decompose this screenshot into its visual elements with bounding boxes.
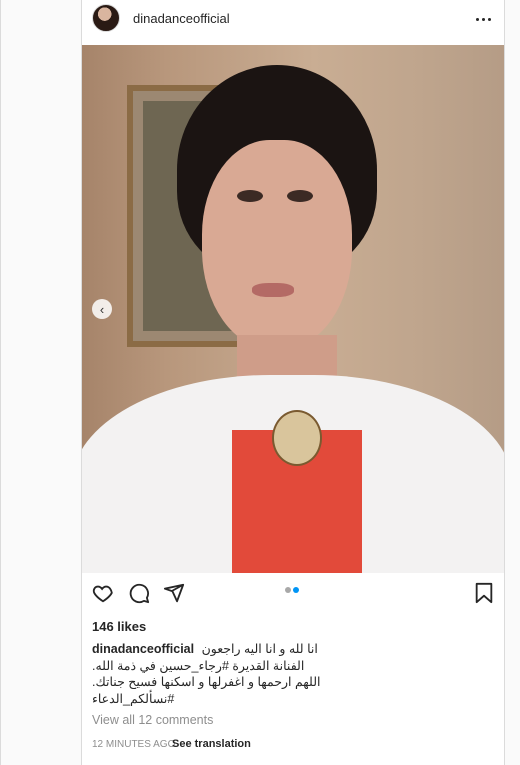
caption-line: انا لله و انا اليه راجعون: [201, 642, 318, 656]
view-comments-link[interactable]: View all 12 comments: [92, 713, 213, 727]
chevron-left-icon[interactable]: ‹: [92, 299, 112, 319]
caption-username[interactable]: dinadanceofficial: [92, 642, 194, 656]
post-image[interactable]: ‹: [82, 45, 504, 573]
carousel-dot: [293, 587, 299, 593]
see-translation-button[interactable]: See translation: [172, 738, 251, 750]
avatar[interactable]: [92, 4, 120, 32]
carousel-indicator: [284, 587, 300, 593]
send-icon[interactable]: [161, 580, 187, 606]
bookmark-icon[interactable]: [471, 580, 497, 606]
more-options-icon[interactable]: [471, 8, 495, 30]
post-header: dinadanceofficial: [82, 0, 504, 40]
post-card: dinadanceofficial ‹ 146 likes dinadanceo…: [81, 0, 505, 765]
comment-icon[interactable]: [126, 580, 152, 606]
carousel-dot: [285, 587, 291, 593]
post-timestamp: 12 MINUTES AGO: [92, 739, 176, 750]
post-caption: dinadanceofficial انا لله و انا اليه راج…: [92, 641, 492, 707]
caption-line: اللهم ارحمها و اغفرلها و اسكنها فسيح جنا…: [92, 675, 321, 689]
heart-icon[interactable]: [90, 580, 116, 606]
action-bar: [82, 573, 504, 613]
caption-line: الفنانة القديرة #رجاء_حسين في ذمة الله.: [92, 658, 305, 673]
pendant: [272, 410, 322, 466]
caption-hashtag[interactable]: #نسألكم_الدعاء: [92, 691, 492, 708]
likes-count[interactable]: 146 likes: [92, 619, 146, 634]
page-divider: [0, 0, 1, 765]
post-username[interactable]: dinadanceofficial: [133, 11, 230, 26]
